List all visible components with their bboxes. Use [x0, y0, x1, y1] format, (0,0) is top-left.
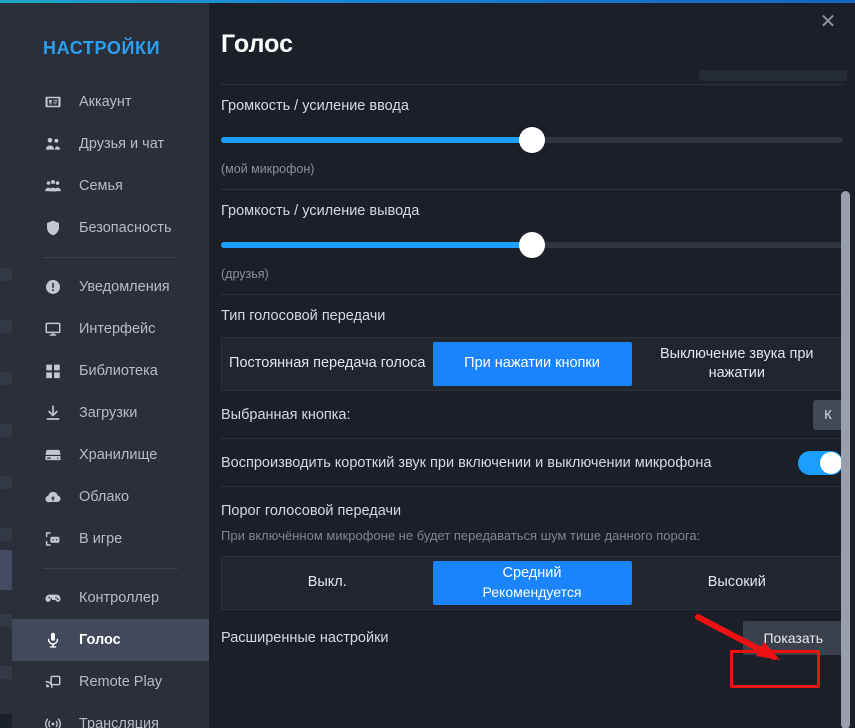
sidebar-item-account[interactable]: Аккаунт — [12, 81, 209, 123]
sidebar-item-family[interactable]: Семья — [12, 165, 209, 207]
broadcast-icon — [43, 715, 62, 728]
sidebar-item-label: Контроллер — [79, 590, 160, 606]
transmission-type-setting: Тип голосовой передачи Постоянная переда… — [221, 295, 843, 391]
sidebar-item-library[interactable]: Библиотека — [12, 350, 209, 392]
sidebar-item-label: В игре — [79, 531, 123, 547]
page-title: Голос — [221, 30, 293, 58]
sidebar-item-label: Облако — [79, 489, 130, 505]
monitor-icon — [43, 320, 62, 339]
selected-key-label: Выбранная кнопка: — [221, 406, 351, 423]
toggle-knob — [820, 451, 842, 474]
sidebar-item-voice[interactable]: Голос — [12, 619, 209, 661]
sidebar-item-remote-play[interactable]: Remote Play — [12, 661, 209, 703]
selected-key-row: Выбранная кнопка: К — [221, 391, 843, 438]
sidebar-item-controller[interactable]: Контроллер — [12, 577, 209, 619]
shield-icon — [43, 219, 62, 238]
friends-icon — [43, 135, 62, 154]
family-icon — [43, 177, 62, 196]
play-sound-label: Воспроизводить короткий звук при включен… — [221, 454, 712, 471]
sidebar-item-in-game[interactable]: В игре — [12, 518, 209, 560]
slider-fill — [221, 242, 532, 248]
input-volume-sublabel: (мой микрофон) — [221, 162, 315, 176]
input-volume-label: Громкость / усиление ввода — [221, 98, 409, 114]
transmission-option-open-mic[interactable]: Постоянная передача голоса — [222, 338, 433, 390]
sidebar-item-notifications[interactable]: Уведомления — [12, 266, 209, 308]
grid-icon — [43, 362, 62, 381]
partial-hidden-control — [699, 70, 847, 81]
output-volume-sublabel: (друзья) — [221, 267, 269, 281]
sidebar-item-label: Аккаунт — [79, 94, 132, 110]
background-app-strip — [0, 0, 12, 728]
show-advanced-button[interactable]: Показать — [743, 621, 843, 655]
sidebar-nav: Аккаунт Друзья и чат Семья Безопасность — [12, 81, 209, 728]
sidebar-item-downloads[interactable]: Загрузки — [12, 392, 209, 434]
sidebar-item-label: Безопасность — [79, 220, 172, 236]
close-icon[interactable]: ✕ — [815, 9, 841, 35]
sidebar-item-storage[interactable]: Хранилище — [12, 434, 209, 476]
sidebar-item-label: Трансляция — [79, 716, 159, 728]
selected-key-button[interactable]: К — [813, 399, 843, 430]
gamepad-icon — [43, 589, 62, 608]
input-volume-setting: Громкость / усиление ввода (мой микрофон… — [221, 85, 843, 189]
transmission-option-push-to-talk[interactable]: При нажатии кнопки — [432, 342, 632, 386]
settings-sections: Громкость / усиление ввода (мой микрофон… — [209, 84, 855, 666]
sidebar-item-label: Загрузки — [79, 405, 138, 421]
steam-settings-window: НАСТРОЙКИ Аккаунт Друзья и чат Семья Без… — [0, 0, 855, 728]
sidebar-item-friends-chat[interactable]: Друзья и чат — [12, 123, 209, 165]
threshold-segmented: Выкл. Средний Рекомендуется Высокий — [221, 556, 843, 610]
threshold-label: Порог голосовой передачи — [221, 503, 402, 519]
threshold-setting: Порог голосовой передачи При включённом … — [221, 487, 843, 610]
threshold-description: При включённом микрофоне не будет переда… — [221, 528, 701, 543]
settings-sidebar: НАСТРОЙКИ Аккаунт Друзья и чат Семья Без… — [12, 3, 209, 728]
sidebar-item-label: Интерфейс — [79, 321, 156, 337]
play-sound-toggle[interactable] — [798, 450, 843, 475]
sidebar-item-label: Семья — [79, 178, 123, 194]
transmission-option-push-to-mute[interactable]: Выключение звука при нажатии — [632, 338, 843, 390]
scrollbar-thumb[interactable] — [841, 191, 850, 728]
sidebar-item-label: Библиотека — [79, 363, 158, 379]
advanced-settings-label: Расширенные настройки — [221, 630, 389, 646]
output-volume-label: Громкость / усиление вывода — [221, 203, 420, 219]
remote-play-icon — [43, 673, 62, 692]
slider-thumb[interactable] — [519, 127, 545, 153]
output-volume-slider[interactable] — [221, 232, 843, 258]
in-game-icon — [43, 530, 62, 549]
play-sound-row: Воспроизводить короткий звук при включен… — [221, 439, 843, 486]
sidebar-item-label: Remote Play — [79, 674, 163, 690]
sidebar-item-label: Хранилище — [79, 447, 158, 463]
advanced-settings-row: Расширенные настройки Показать — [221, 610, 843, 666]
transmission-type-label: Тип голосовой передачи — [221, 308, 386, 324]
cloud-sync-icon — [43, 488, 62, 507]
input-volume-slider[interactable] — [221, 127, 843, 153]
settings-dialog: НАСТРОЙКИ Аккаунт Друзья и чат Семья Без… — [12, 3, 855, 728]
settings-content-panel: ✕ Голос Громкость / усиление ввода (мой … — [209, 3, 855, 728]
sidebar-item-label: Голос — [79, 632, 121, 648]
output-volume-setting: Громкость / усиление вывода (друзья) — [221, 190, 843, 294]
sidebar-item-interface[interactable]: Интерфейс — [12, 308, 209, 350]
sidebar-item-security[interactable]: Безопасность — [12, 207, 209, 249]
sidebar-item-cloud[interactable]: Облако — [12, 476, 209, 518]
threshold-option-medium-sub: Рекомендуется — [482, 584, 582, 601]
sidebar-divider-1 — [43, 257, 178, 258]
account-card-icon — [43, 93, 62, 112]
bell-alert-icon — [43, 278, 62, 297]
drive-icon — [43, 446, 62, 465]
window-accent-line — [0, 0, 855, 3]
content-scrollbar[interactable] — [841, 3, 853, 728]
sidebar-title: НАСТРОЙКИ — [43, 38, 161, 58]
threshold-option-medium[interactable]: Средний Рекомендуется — [432, 561, 632, 605]
sidebar-item-broadcast[interactable]: Трансляция — [12, 703, 209, 728]
sidebar-item-label: Уведомления — [79, 279, 170, 295]
slider-fill — [221, 137, 532, 143]
sidebar-divider-2 — [43, 568, 178, 569]
slider-thumb[interactable] — [519, 232, 545, 258]
download-icon — [43, 404, 62, 423]
threshold-option-medium-label: Средний — [502, 565, 562, 582]
microphone-icon — [43, 631, 62, 650]
threshold-option-off[interactable]: Выкл. — [222, 557, 433, 609]
sidebar-item-label: Друзья и чат — [79, 136, 165, 152]
transmission-type-segmented: Постоянная передача голоса При нажатии к… — [221, 337, 843, 391]
threshold-option-high[interactable]: Высокий — [632, 557, 843, 609]
